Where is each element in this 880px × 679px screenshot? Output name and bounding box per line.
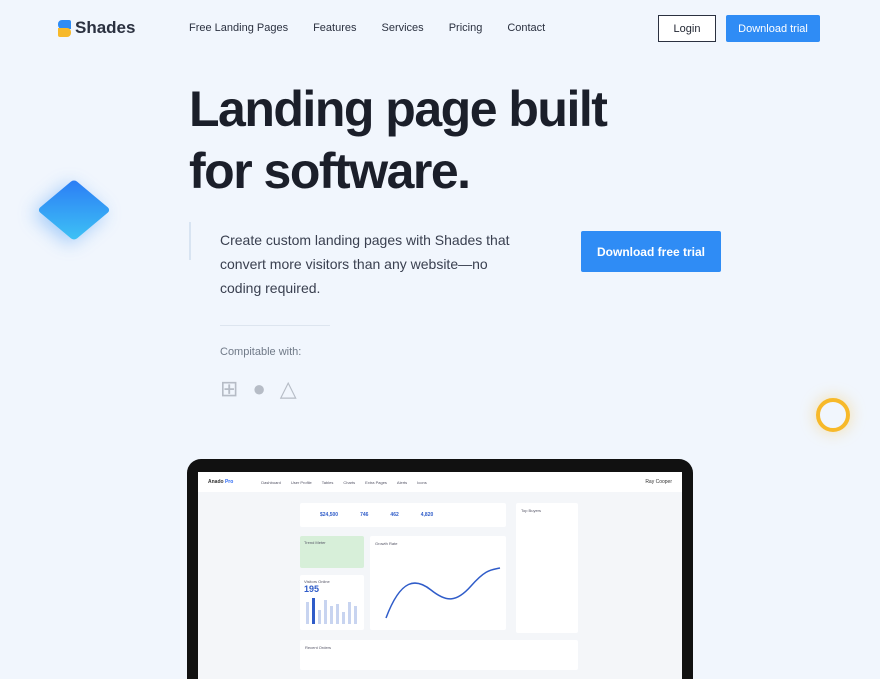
mockup-menu-item: Alerts bbox=[396, 479, 408, 485]
logo-icon bbox=[58, 19, 71, 37]
nav-pricing[interactable]: Pricing bbox=[449, 22, 483, 34]
mockup-menu-item: Dashboard bbox=[261, 479, 281, 485]
laptop-mockup: Anado Pro Dashboard User Profile Tables … bbox=[187, 459, 693, 679]
logo[interactable]: Shades bbox=[58, 18, 135, 38]
nav-contact[interactable]: Contact bbox=[507, 22, 545, 34]
nav-features[interactable]: Features bbox=[313, 22, 356, 34]
windows-icon: ⊞ bbox=[220, 376, 239, 401]
nav-free-landing-pages[interactable]: Free Landing Pages bbox=[189, 22, 288, 34]
linux-icon: △ bbox=[279, 376, 297, 401]
download-trial-button[interactable]: Download trial bbox=[726, 15, 820, 42]
mockup-user: Ray Cooper bbox=[645, 479, 672, 485]
quote-bar bbox=[189, 222, 191, 260]
login-button[interactable]: Login bbox=[658, 15, 716, 42]
hero-title: Landing page built for software. bbox=[189, 81, 608, 199]
mockup-menu-item: Tables bbox=[321, 479, 334, 485]
dashboard-screenshot: Anado Pro Dashboard User Profile Tables … bbox=[198, 472, 682, 679]
hero-lead: Create custom landing pages with Shades … bbox=[220, 232, 510, 296]
compatible-label: Compitable with: bbox=[220, 346, 302, 358]
download-free-trial-button[interactable]: Download free trial bbox=[581, 231, 721, 272]
divider bbox=[220, 325, 330, 326]
mockup-menu-item: Charts bbox=[343, 479, 356, 485]
mockup-menu-item: Extra Pages bbox=[365, 479, 387, 485]
mockup-menu-item: Icons bbox=[417, 479, 427, 485]
decorative-diamond bbox=[37, 179, 111, 241]
mockup-brand: Anado Pro bbox=[208, 479, 234, 485]
nav-services[interactable]: Services bbox=[382, 22, 424, 34]
decorative-ring bbox=[816, 398, 850, 432]
top-nav: Shades Free Landing Pages Features Servi… bbox=[0, 14, 880, 42]
apple-icon: ● bbox=[252, 376, 266, 401]
mockup-menu-item: User Profile bbox=[290, 479, 312, 485]
